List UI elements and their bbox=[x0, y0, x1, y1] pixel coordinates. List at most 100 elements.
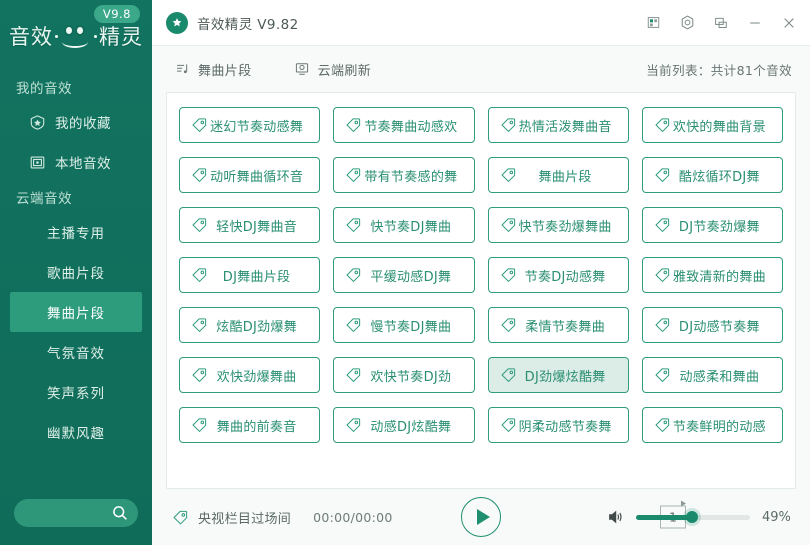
settings-gear-icon[interactable] bbox=[670, 4, 704, 42]
tag-music-icon bbox=[172, 509, 189, 526]
sound-tile[interactable]: 炫酷DJ劲爆舞 bbox=[179, 307, 321, 343]
now-playing-title: 央视栏目过场间 bbox=[198, 511, 292, 527]
sound-tile-label: 节奏DJ动感舞 bbox=[524, 269, 606, 285]
sound-tile[interactable]: 平缓动感DJ舞 bbox=[333, 257, 475, 293]
sound-tile[interactable]: 雅致清新的舞曲 bbox=[641, 257, 783, 293]
sidebar-item-song-clips[interactable]: 歌曲片段 bbox=[10, 252, 142, 292]
tag-music-icon bbox=[500, 367, 517, 384]
logo-dot-right bbox=[94, 34, 97, 38]
sound-tile[interactable]: 阴柔动感节奏舞 bbox=[487, 407, 629, 443]
sidebar-item-atmosphere[interactable]: 气氛音效 bbox=[10, 332, 142, 372]
sidebar-item-label: 气氛音效 bbox=[47, 346, 105, 362]
sidebar-item-label: 主播专用 bbox=[47, 226, 105, 242]
sidebar-item-local-sounds[interactable]: 本地音效 bbox=[0, 142, 152, 182]
window-controls bbox=[636, 4, 806, 42]
sidebar-item-humor[interactable]: 幽默风趣 bbox=[10, 412, 142, 452]
sound-tile-label: 欢快劲爆舞曲 bbox=[216, 369, 297, 385]
sound-tile-label: 节奏鲜明的动感 bbox=[672, 419, 766, 435]
sound-tile[interactable]: 轻快DJ舞曲音 bbox=[179, 207, 321, 243]
sound-tile[interactable]: 节奏鲜明的动感 bbox=[641, 407, 783, 443]
tag-music-icon bbox=[191, 367, 208, 384]
play-icon bbox=[476, 509, 490, 525]
tag-music-icon bbox=[345, 367, 362, 384]
tab-dance-clips[interactable]: 舞曲片段 bbox=[174, 60, 252, 79]
sound-tile-label: DJ节奏劲爆舞 bbox=[678, 219, 760, 235]
volume-knob[interactable] bbox=[685, 511, 698, 523]
sound-tile[interactable]: DJ动感节奏舞 bbox=[641, 307, 783, 343]
tag-music-icon bbox=[345, 217, 362, 234]
sound-tile[interactable]: 欢快节奏DJ劲 bbox=[333, 357, 475, 393]
sound-tile-label: 轻快DJ舞曲音 bbox=[216, 219, 298, 235]
sound-tile[interactable]: DJ劲爆炫酷舞 bbox=[487, 357, 629, 393]
sound-tile[interactable]: 酷炫循环DJ舞 bbox=[641, 157, 783, 193]
sound-tile[interactable]: 欢快劲爆舞曲 bbox=[179, 357, 321, 393]
sidebar-item-label: 本地音效 bbox=[55, 156, 111, 172]
sidebar-item-label: 舞曲片段 bbox=[47, 306, 105, 322]
tag-music-icon bbox=[500, 167, 517, 184]
sound-tile[interactable]: 舞曲片段 bbox=[487, 157, 629, 193]
sound-tile[interactable]: 动感DJ炫酷舞 bbox=[333, 407, 475, 443]
sound-tile[interactable]: 快节奏DJ舞曲 bbox=[333, 207, 475, 243]
tag-music-icon bbox=[654, 367, 671, 384]
sound-tile-label: 带有节奏感的舞 bbox=[364, 169, 458, 185]
play-button[interactable] bbox=[461, 497, 501, 537]
sidebar-item-laughter[interactable]: 笑声系列 bbox=[10, 372, 142, 412]
sound-tile[interactable]: 节奏舞曲动感欢 bbox=[333, 107, 475, 143]
sound-tile-label: 柔情节奏舞曲 bbox=[525, 319, 606, 335]
tag-music-icon bbox=[191, 167, 208, 184]
sound-tile[interactable]: 节奏DJ动感舞 bbox=[487, 257, 629, 293]
sound-tile[interactable]: 动听舞曲循环音 bbox=[179, 157, 321, 193]
tab-cloud-refresh[interactable]: 云端刷新 bbox=[294, 60, 372, 79]
sound-tile-label: 动听舞曲循环音 bbox=[210, 169, 304, 185]
layout-icon[interactable] bbox=[636, 4, 670, 42]
minimize-icon[interactable] bbox=[738, 4, 772, 42]
sound-tile-label: 舞曲的前奏音 bbox=[216, 419, 297, 435]
sound-grid-panel: 迷幻节奏动感舞 节奏舞曲动感欢 热情活泼舞曲音 欢快的舞曲背景动听舞曲循环音 带有节奏感… bbox=[166, 92, 796, 489]
sound-tile-label: 雅致清新的舞曲 bbox=[672, 269, 766, 285]
sound-tile[interactable]: 柔情节奏舞曲 bbox=[487, 307, 629, 343]
sidebar-item-anchor-exclusive[interactable]: 主播专用 bbox=[10, 212, 142, 252]
volume-fill bbox=[636, 514, 692, 520]
close-icon[interactable] bbox=[772, 4, 806, 42]
logo-text-right: 精灵 bbox=[99, 25, 143, 49]
sound-tile[interactable]: 舞曲的前奏音 bbox=[179, 407, 321, 443]
tag-music-icon bbox=[191, 317, 208, 334]
sound-tile-label: 阴柔动感节奏舞 bbox=[518, 419, 612, 435]
tag-music-icon bbox=[654, 417, 671, 434]
tag-music-icon bbox=[654, 167, 671, 184]
app-logo: 音效 精灵 V9.8 bbox=[0, 0, 152, 72]
version-badge: V9.8 bbox=[93, 5, 140, 23]
volume-slider[interactable] bbox=[636, 511, 750, 523]
tag-music-icon bbox=[191, 417, 208, 434]
tab-label: 舞曲片段 bbox=[198, 63, 252, 79]
sound-tile-label: DJ劲爆炫酷舞 bbox=[524, 369, 606, 385]
tag-music-icon bbox=[191, 117, 208, 134]
sound-tile[interactable]: 快节奏劲爆舞曲 bbox=[487, 207, 629, 243]
sidebar-item-label: 歌曲片段 bbox=[47, 266, 105, 282]
sound-tile-label: DJ动感节奏舞 bbox=[678, 319, 760, 335]
tag-music-icon bbox=[500, 317, 517, 334]
sound-tile[interactable]: 带有节奏感的舞 bbox=[333, 157, 475, 193]
sound-tile[interactable]: 欢快的舞曲背景 bbox=[641, 107, 783, 143]
sidebar-item-favorites[interactable]: 我的收藏 bbox=[0, 102, 152, 142]
folder-window-icon bbox=[28, 153, 46, 171]
logo-text-left: 音效 bbox=[9, 25, 53, 49]
speaker-icon[interactable] bbox=[606, 508, 626, 526]
sound-tile-label: 快节奏DJ舞曲 bbox=[370, 219, 452, 235]
sidebar-item-dance-clips[interactable]: 舞曲片段 bbox=[10, 292, 142, 332]
search-input[interactable] bbox=[14, 499, 138, 527]
cloud-refresh-icon bbox=[294, 61, 311, 78]
sidebar-section-title-my: 我的音效 bbox=[16, 81, 72, 97]
sound-tile-label: 节奏舞曲动感欢 bbox=[364, 119, 458, 135]
sound-tile[interactable]: 热情活泼舞曲音 bbox=[487, 107, 629, 143]
sound-tile-label: 快节奏劲爆舞曲 bbox=[518, 219, 612, 235]
sound-tile[interactable]: 慢节奏DJ舞曲 bbox=[333, 307, 475, 343]
restore-window-icon[interactable] bbox=[704, 4, 738, 42]
sidebar-item-label: 幽默风趣 bbox=[47, 426, 105, 442]
sound-tile[interactable]: DJ节奏劲爆舞 bbox=[641, 207, 783, 243]
sound-tile[interactable]: DJ舞曲片段 bbox=[179, 257, 321, 293]
app-window: 音效 精灵 V9.8 我的音效 我的收藏 本地音效 云端音效 主播专用 歌曲片段… bbox=[0, 0, 810, 545]
tag-music-icon bbox=[500, 267, 517, 284]
sound-tile[interactable]: 迷幻节奏动感舞 bbox=[179, 107, 321, 143]
sound-tile[interactable]: 动感柔和舞曲 bbox=[641, 357, 783, 393]
